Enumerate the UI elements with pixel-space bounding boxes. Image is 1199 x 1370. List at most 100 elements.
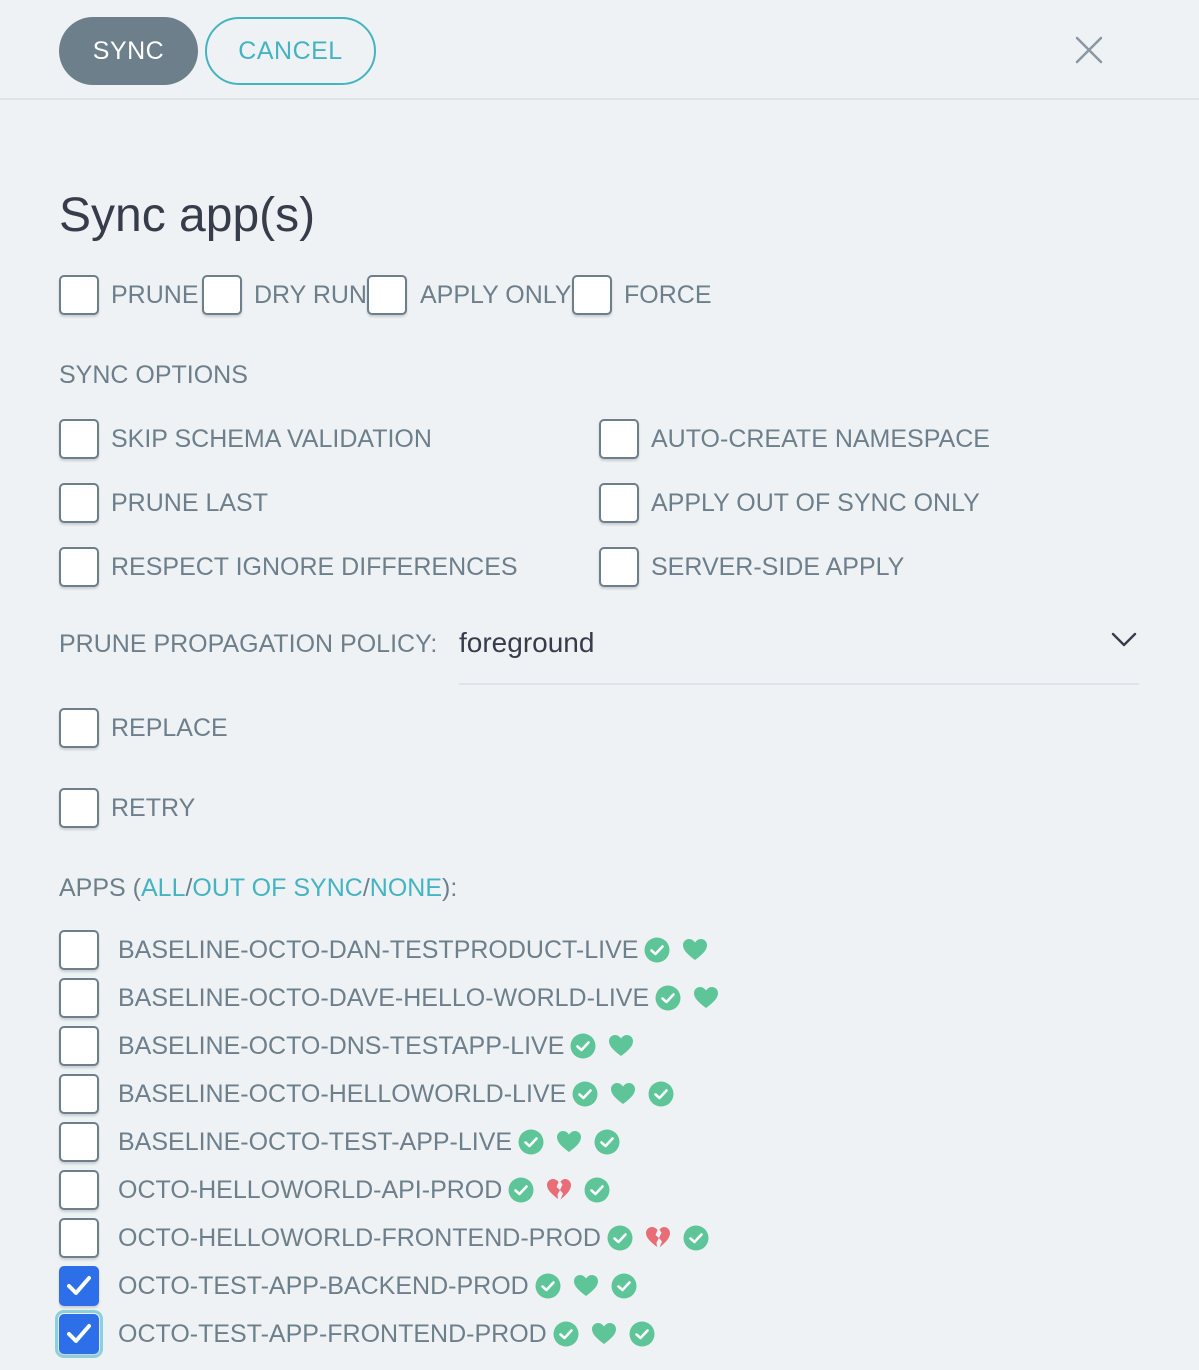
dry-run-label: DRY RUN [254,281,367,309]
apply-only-checkbox[interactable] [367,275,407,315]
auto-create-namespace-label: AUTO-CREATE NAMESPACE [651,425,990,453]
app-status-icons [572,1081,674,1107]
apps-prefix: APPS ( [59,874,141,902]
healthy-heart-icon [682,937,708,963]
app-checkbox[interactable] [59,1122,99,1162]
server-side-apply-checkbox[interactable] [599,547,639,587]
app-row: OCTO-HELLOWORLD-API-PROD [59,1170,1159,1210]
top-bar: SYNC CANCEL [0,0,1199,100]
app-row: BASELINE-OCTO-DNS-TESTAPP-LIVE [59,1026,1159,1066]
retry-label: RETRY [111,794,196,822]
app-name-wrapper: BASELINE-OCTO-TEST-APP-LIVE [118,1127,620,1157]
app-checkbox[interactable] [59,1266,99,1306]
app-name: BASELINE-OCTO-DNS-TESTAPP-LIVE [118,1032,565,1060]
page-title: Sync app(s) [59,189,316,242]
prune-last-label: PRUNE LAST [111,489,268,517]
healthy-heart-icon [573,1273,599,1299]
synced-check-icon [572,1081,598,1107]
app-name-wrapper: OCTO-HELLOWORLD-API-PROD [118,1175,610,1205]
app-row: OCTO-TEST-APP-BACKEND-PROD [59,1266,1159,1306]
synced-check-icon [629,1321,655,1347]
app-name: OCTO-HELLOWORLD-API-PROD [118,1176,503,1204]
chevron-down-icon[interactable] [1110,630,1138,650]
prune-label: PRUNE [111,281,199,309]
app-name-wrapper: OCTO-TEST-APP-BACKEND-PROD [118,1271,637,1301]
close-icon[interactable] [1072,33,1106,67]
skip-schema-validation-label: SKIP SCHEMA VALIDATION [111,425,432,453]
prune-propagation-policy-label: PRUNE PROPAGATION POLICY: [59,630,438,658]
apps-suffix: ): [442,874,458,902]
app-name-wrapper: OCTO-HELLOWORLD-FRONTEND-PROD [118,1223,709,1253]
app-row: OCTO-HELLOWORLD-FRONTEND-PROD [59,1218,1159,1258]
synced-check-icon [553,1321,579,1347]
app-row: OCTO-TEST-APP-FRONTEND-PROD [55,1310,1159,1358]
separator: / [362,874,370,902]
degraded-broken-heart-icon [645,1225,671,1251]
app-name: BASELINE-OCTO-DAVE-HELLO-WORLD-LIVE [118,984,650,1012]
retry-checkbox[interactable] [59,788,99,828]
app-name: OCTO-HELLOWORLD-FRONTEND-PROD [118,1224,601,1252]
prune-last-checkbox[interactable] [59,483,99,523]
sync-button[interactable]: SYNC [59,17,198,85]
select-all-link[interactable]: ALL [141,874,185,902]
app-row: BASELINE-OCTO-TEST-APP-LIVE [59,1122,1159,1162]
sync-options-heading: SYNC OPTIONS [59,361,248,389]
apply-only-label: APPLY ONLY [420,281,572,309]
healthy-heart-icon [591,1321,617,1347]
app-name-wrapper: BASELINE-OCTO-DAVE-HELLO-WORLD-LIVE [118,983,719,1013]
app-checkbox[interactable] [59,978,99,1018]
force-label: FORCE [624,281,712,309]
skip-schema-validation-checkbox[interactable] [59,419,99,459]
force-checkbox[interactable] [572,275,612,315]
apply-out-of-sync-only-checkbox[interactable] [599,483,639,523]
synced-check-icon [584,1177,610,1203]
checkmark-icon [67,1276,91,1295]
synced-check-icon [611,1273,637,1299]
app-checkbox[interactable] [59,1026,99,1066]
cancel-button[interactable]: CANCEL [205,17,376,85]
select-out-of-sync-link[interactable]: OUT OF SYNC [192,874,362,902]
app-name-wrapper: BASELINE-OCTO-HELLOWORLD-LIVE [118,1079,674,1109]
healthy-heart-icon [608,1033,634,1059]
synced-check-icon [607,1225,633,1251]
app-status-icons [655,985,719,1011]
app-status-icons [508,1177,610,1203]
synced-check-icon [655,985,681,1011]
app-checkbox[interactable] [59,1218,99,1258]
synced-check-icon [508,1177,534,1203]
prune-checkbox[interactable] [59,275,99,315]
healthy-heart-icon [693,985,719,1011]
select-none-link[interactable]: NONE [370,874,442,902]
app-row: BASELINE-OCTO-DAVE-HELLO-WORLD-LIVE [59,978,1159,1018]
synced-check-icon [535,1273,561,1299]
synced-check-icon [683,1225,709,1251]
respect-ignore-differences-checkbox[interactable] [59,547,99,587]
apply-out-of-sync-only-label: APPLY OUT OF SYNC ONLY [651,489,980,517]
app-status-icons [535,1273,637,1299]
auto-create-namespace-checkbox[interactable] [599,419,639,459]
app-checkbox[interactable] [59,1074,99,1114]
dry-run-checkbox[interactable] [202,275,242,315]
app-row: BASELINE-OCTO-DAN-TESTPRODUCT-LIVE [59,930,1159,970]
app-status-icons [570,1033,634,1059]
app-name-wrapper: BASELINE-OCTO-DAN-TESTPRODUCT-LIVE [118,935,708,965]
apps-header: APPS (ALL/OUT OF SYNC/NONE): [59,873,457,903]
replace-checkbox[interactable] [59,708,99,748]
app-name-wrapper: BASELINE-OCTO-DNS-TESTAPP-LIVE [118,1031,634,1061]
app-name: OCTO-TEST-APP-FRONTEND-PROD [118,1320,547,1348]
checkmark-icon [67,1324,91,1343]
synced-check-icon [594,1129,620,1155]
select-underline [459,683,1139,685]
synced-check-icon [644,937,670,963]
prune-propagation-policy-select[interactable]: foreground [459,627,594,659]
synced-check-icon [518,1129,544,1155]
app-status-icons [607,1225,709,1251]
app-status-icons [553,1321,655,1347]
app-name: BASELINE-OCTO-TEST-APP-LIVE [118,1128,513,1156]
app-checkbox[interactable] [59,1170,99,1210]
app-name: OCTO-TEST-APP-BACKEND-PROD [118,1272,529,1300]
healthy-heart-icon [610,1081,636,1107]
app-name-wrapper: OCTO-TEST-APP-FRONTEND-PROD [118,1319,655,1349]
app-checkbox[interactable] [59,930,99,970]
app-checkbox[interactable] [55,1310,103,1358]
